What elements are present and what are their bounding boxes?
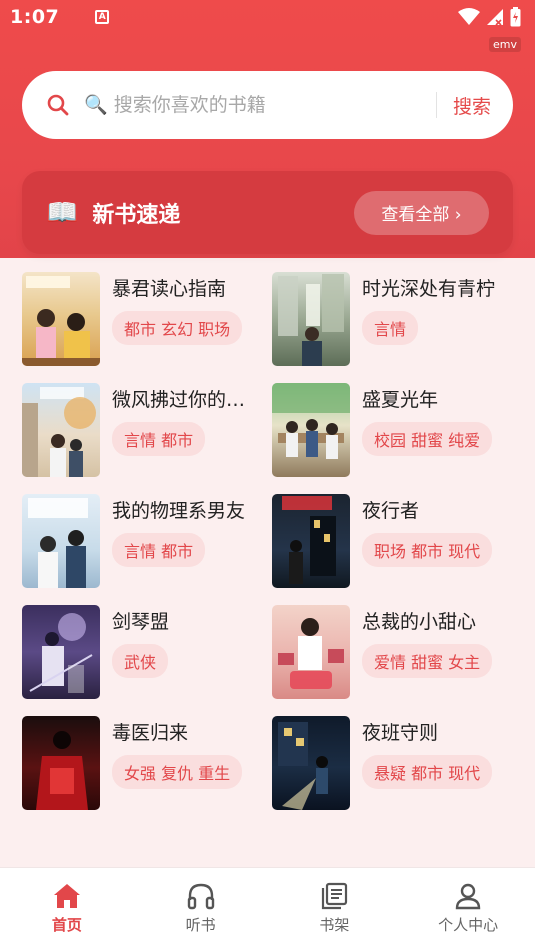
- book-tags: 职场 都市 现代: [362, 533, 493, 567]
- book-title: 时光深处有青柠: [362, 278, 496, 300]
- book-tags: 言情 都市: [112, 422, 206, 456]
- book-item[interactable]: 毒医归来 女强 复仇 重生: [22, 716, 272, 810]
- book-item[interactable]: 时光深处有青柠 言情: [272, 272, 513, 366]
- view-all-button[interactable]: 查看全部 ›: [354, 190, 489, 235]
- book-item[interactable]: 我的物理系男友 言情 都市: [22, 494, 272, 588]
- book-tags: 武侠: [112, 644, 169, 678]
- search-icon: [47, 94, 69, 116]
- tab-listen[interactable]: 听书: [134, 868, 268, 951]
- tab-label: 首页: [51, 916, 82, 934]
- person-icon: [455, 883, 481, 910]
- search-button[interactable]: 搜索: [453, 92, 491, 119]
- book-cover: [22, 494, 100, 588]
- book-cover: [272, 605, 350, 699]
- new-books-banner: 📖 新书速递 查看全部 ›: [22, 171, 513, 254]
- book-title: 我的物理系男友: [112, 500, 246, 522]
- book-cover: [272, 494, 350, 588]
- book-tags: 悬疑 都市 现代: [362, 755, 493, 789]
- tab-label: 个人中心: [438, 916, 499, 934]
- bottom-tab-bar: 首页 听书 书架 个人中心: [0, 867, 535, 951]
- book-tags: 校园 甜蜜 纯爱: [362, 422, 493, 456]
- book-cover: [272, 272, 350, 366]
- search-input[interactable]: [84, 94, 420, 116]
- tab-home[interactable]: 首页: [0, 868, 134, 951]
- wifi-icon: [458, 8, 480, 25]
- book-tags: 女强 复仇 重生: [112, 755, 243, 789]
- open-book-icon: 📖: [46, 197, 79, 228]
- tab-label: 听书: [185, 916, 216, 934]
- book-title: 微风拂过你的…: [112, 389, 246, 411]
- book-title: 暴君读心指南: [112, 278, 227, 300]
- status-indicators: [458, 7, 521, 27]
- book-cover: [22, 716, 100, 810]
- signal-icon: [487, 9, 503, 26]
- book-tags: 言情 都市: [112, 533, 206, 567]
- status-time: 1:07: [10, 6, 60, 28]
- book-cover: [22, 383, 100, 477]
- bookshelf-icon: [322, 882, 348, 910]
- tab-bookshelf[interactable]: 书架: [268, 868, 402, 951]
- emv-badge: emv: [489, 37, 521, 52]
- book-cover: [22, 605, 100, 699]
- book-item[interactable]: 盛夏光年 校园 甜蜜 纯爱: [272, 383, 513, 477]
- book-cover: [272, 716, 350, 810]
- book-title: 夜行者: [362, 500, 420, 522]
- book-title: 夜班守则: [362, 722, 439, 744]
- book-item[interactable]: 夜行者 职场 都市 现代: [272, 494, 513, 588]
- tab-profile[interactable]: 个人中心: [401, 868, 535, 951]
- book-title: 毒医归来: [112, 722, 189, 744]
- search-bar[interactable]: 搜索: [22, 71, 513, 139]
- book-item[interactable]: 暴君读心指南 都市 玄幻 职场: [22, 272, 272, 366]
- book-item[interactable]: 夜班守则 悬疑 都市 现代: [272, 716, 513, 810]
- notification-icon: A: [95, 10, 110, 24]
- book-item[interactable]: 总裁的小甜心 爱情 甜蜜 女主: [272, 605, 513, 699]
- book-list: 暴君读心指南 都市 玄幻 职场 时光深处有青柠 言情 微风拂过你的… 言情 都市…: [22, 272, 513, 810]
- book-title: 剑琴盟: [112, 611, 170, 633]
- book-title: 盛夏光年: [362, 389, 439, 411]
- home-icon: [53, 884, 80, 908]
- banner-title: 新书速递: [92, 202, 181, 228]
- book-tags: 都市 玄幻 职场: [112, 311, 243, 345]
- book-tags: 爱情 甜蜜 女主: [362, 644, 493, 678]
- tab-label: 书架: [319, 916, 350, 934]
- book-title: 总裁的小甜心: [362, 611, 477, 633]
- headphones-icon: [187, 883, 214, 910]
- status-bar: 1:07 A: [0, 0, 535, 34]
- book-item[interactable]: 微风拂过你的… 言情 都市: [22, 383, 272, 477]
- book-cover: [22, 272, 100, 366]
- battery-icon: [510, 7, 521, 27]
- search-divider: [435, 92, 437, 118]
- book-tags: 言情: [362, 311, 419, 345]
- book-cover: [272, 383, 350, 477]
- book-item[interactable]: 剑琴盟 武侠: [22, 605, 272, 699]
